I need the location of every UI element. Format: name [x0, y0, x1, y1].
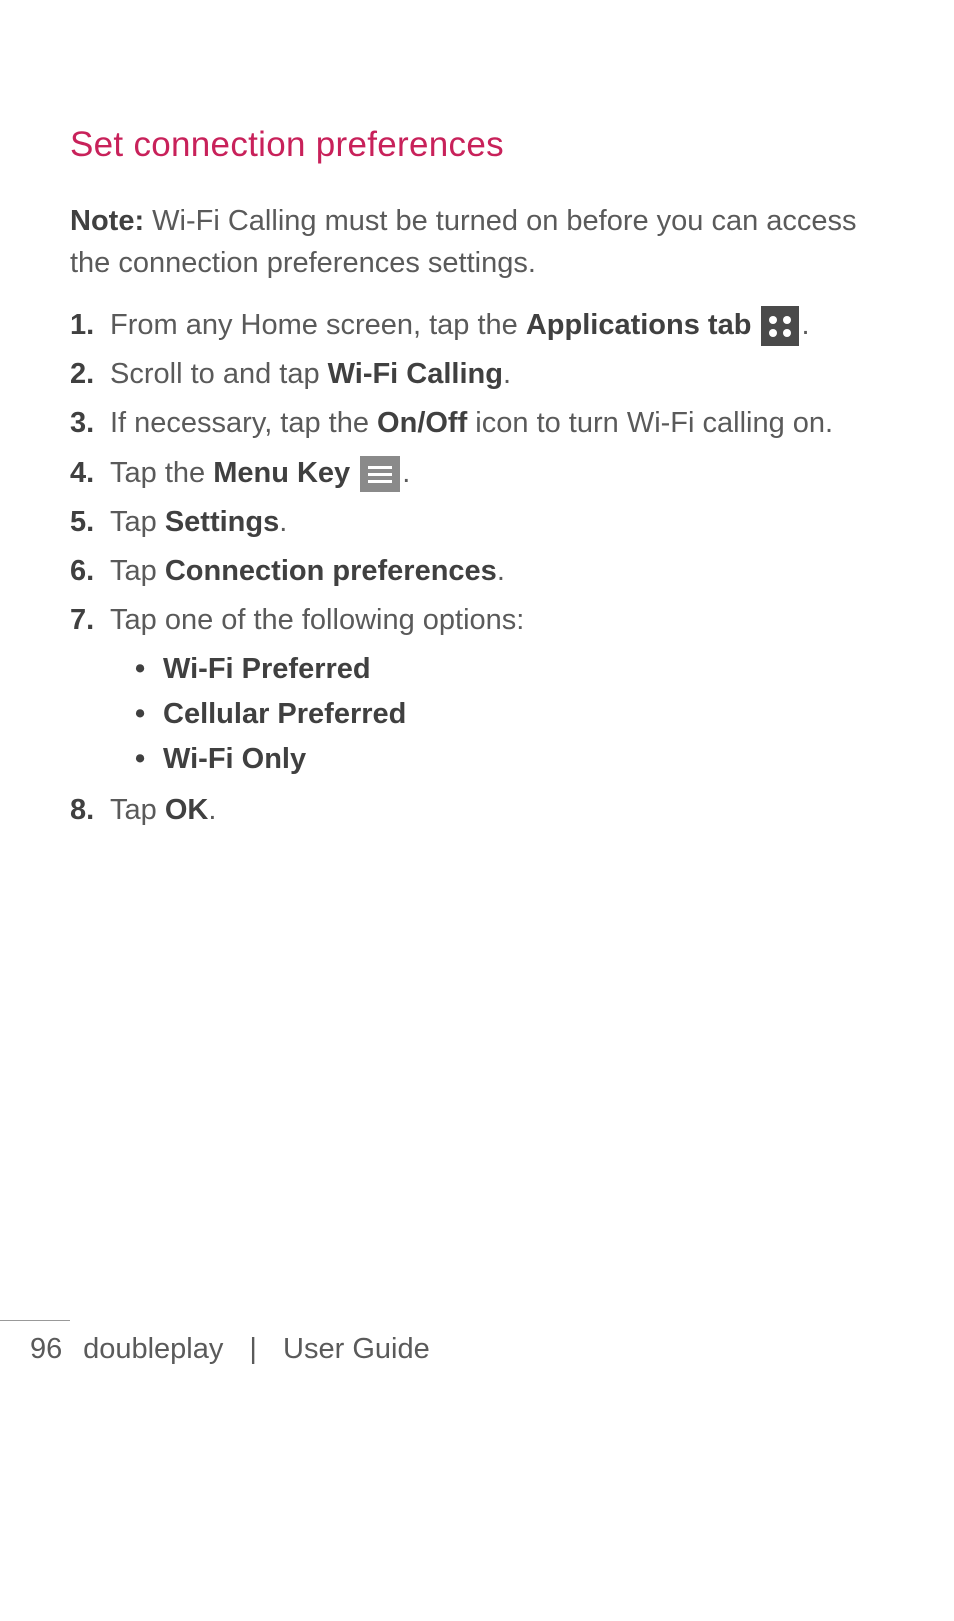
footer-product: doubleplay	[83, 1333, 223, 1365]
option-wifi-preferred: Wi-Fi Preferred	[135, 647, 864, 692]
step-text: Tap the	[110, 457, 213, 489]
menu-key-icon	[360, 456, 400, 492]
step-1: From any Home screen, tap the Applicatio…	[70, 304, 864, 346]
step-bold: Menu Key	[213, 457, 350, 489]
step-2: Scroll to and tap Wi-Fi Calling.	[70, 353, 864, 395]
step-5: Tap Settings.	[70, 501, 864, 543]
step-text: Scroll to and tap	[110, 358, 328, 390]
step-bold: OK	[165, 794, 209, 826]
page-number: 96	[30, 1333, 75, 1366]
step-bold: Settings	[165, 506, 279, 538]
note-paragraph: Note: Wi-Fi Calling must be turned on be…	[70, 200, 864, 284]
option-wifi-only: Wi-Fi Only	[135, 737, 864, 782]
option-cellular-preferred: Cellular Preferred	[135, 692, 864, 737]
note-text: Wi-Fi Calling must be turned on before y…	[70, 205, 857, 279]
steps-list: From any Home screen, tap the Applicatio…	[70, 304, 864, 830]
step-post: .	[208, 794, 216, 826]
page-footer: 96 doubleplay | User Guide	[0, 1320, 954, 1366]
footer-text: 96 doubleplay | User Guide	[0, 1321, 954, 1366]
step-post: .	[801, 309, 809, 341]
step-4: Tap the Menu Key .	[70, 452, 864, 494]
footer-separator: |	[249, 1333, 257, 1365]
note-label: Note:	[70, 205, 144, 237]
step-8: Tap OK.	[70, 789, 864, 831]
footer-doc-title: User Guide	[283, 1333, 430, 1365]
step-bold: Connection preferences	[165, 555, 497, 587]
step-3: If necessary, tap the On/Off icon to tur…	[70, 402, 864, 444]
section-heading: Set connection preferences	[70, 125, 864, 165]
page-content: Set connection preferences Note: Wi-Fi C…	[0, 0, 954, 831]
step-bold: On/Off	[377, 407, 467, 439]
applications-tab-icon	[761, 306, 799, 346]
step-post: .	[279, 506, 287, 538]
step-post: icon to turn Wi-Fi calling on.	[467, 407, 833, 439]
step-bold: Wi-Fi Calling	[328, 358, 503, 390]
step-7: Tap one of the following options: Wi-Fi …	[70, 599, 864, 782]
step-text: Tap	[110, 794, 165, 826]
step-post: .	[503, 358, 511, 390]
step-text: If necessary, tap the	[110, 407, 377, 439]
step-post: .	[402, 457, 410, 489]
options-list: Wi-Fi Preferred Cellular Preferred Wi-Fi…	[135, 647, 864, 782]
step-text: Tap	[110, 555, 165, 587]
step-bold: Applications tab	[526, 309, 752, 341]
step-text: Tap one of the following options:	[110, 604, 524, 636]
step-text: From any Home screen, tap the	[110, 309, 526, 341]
step-post: .	[497, 555, 505, 587]
step-text: Tap	[110, 506, 165, 538]
step-6: Tap Connection preferences.	[70, 550, 864, 592]
